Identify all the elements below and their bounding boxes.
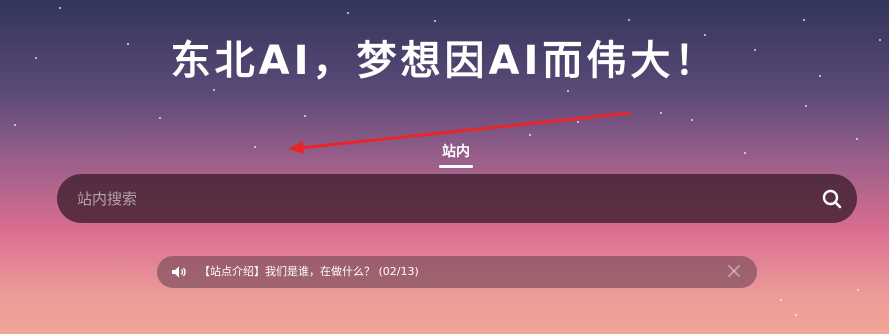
speaker-icon bbox=[172, 266, 186, 278]
notice-bar[interactable]: 【站点介绍】我们是谁，在做什么？ (02/13) bbox=[157, 256, 757, 288]
page-title: 东北AI，梦想因AI而伟大！ bbox=[170, 38, 719, 84]
notice-text[interactable]: 【站点介绍】我们是谁，在做什么？ (02/13) bbox=[199, 256, 419, 288]
tab-active-indicator bbox=[439, 165, 473, 168]
search-bar bbox=[57, 174, 857, 223]
close-icon[interactable] bbox=[727, 264, 741, 278]
tab-onsite[interactable]: 站内 bbox=[438, 141, 474, 161]
search-icon[interactable] bbox=[821, 188, 843, 210]
search-input[interactable] bbox=[77, 174, 797, 223]
